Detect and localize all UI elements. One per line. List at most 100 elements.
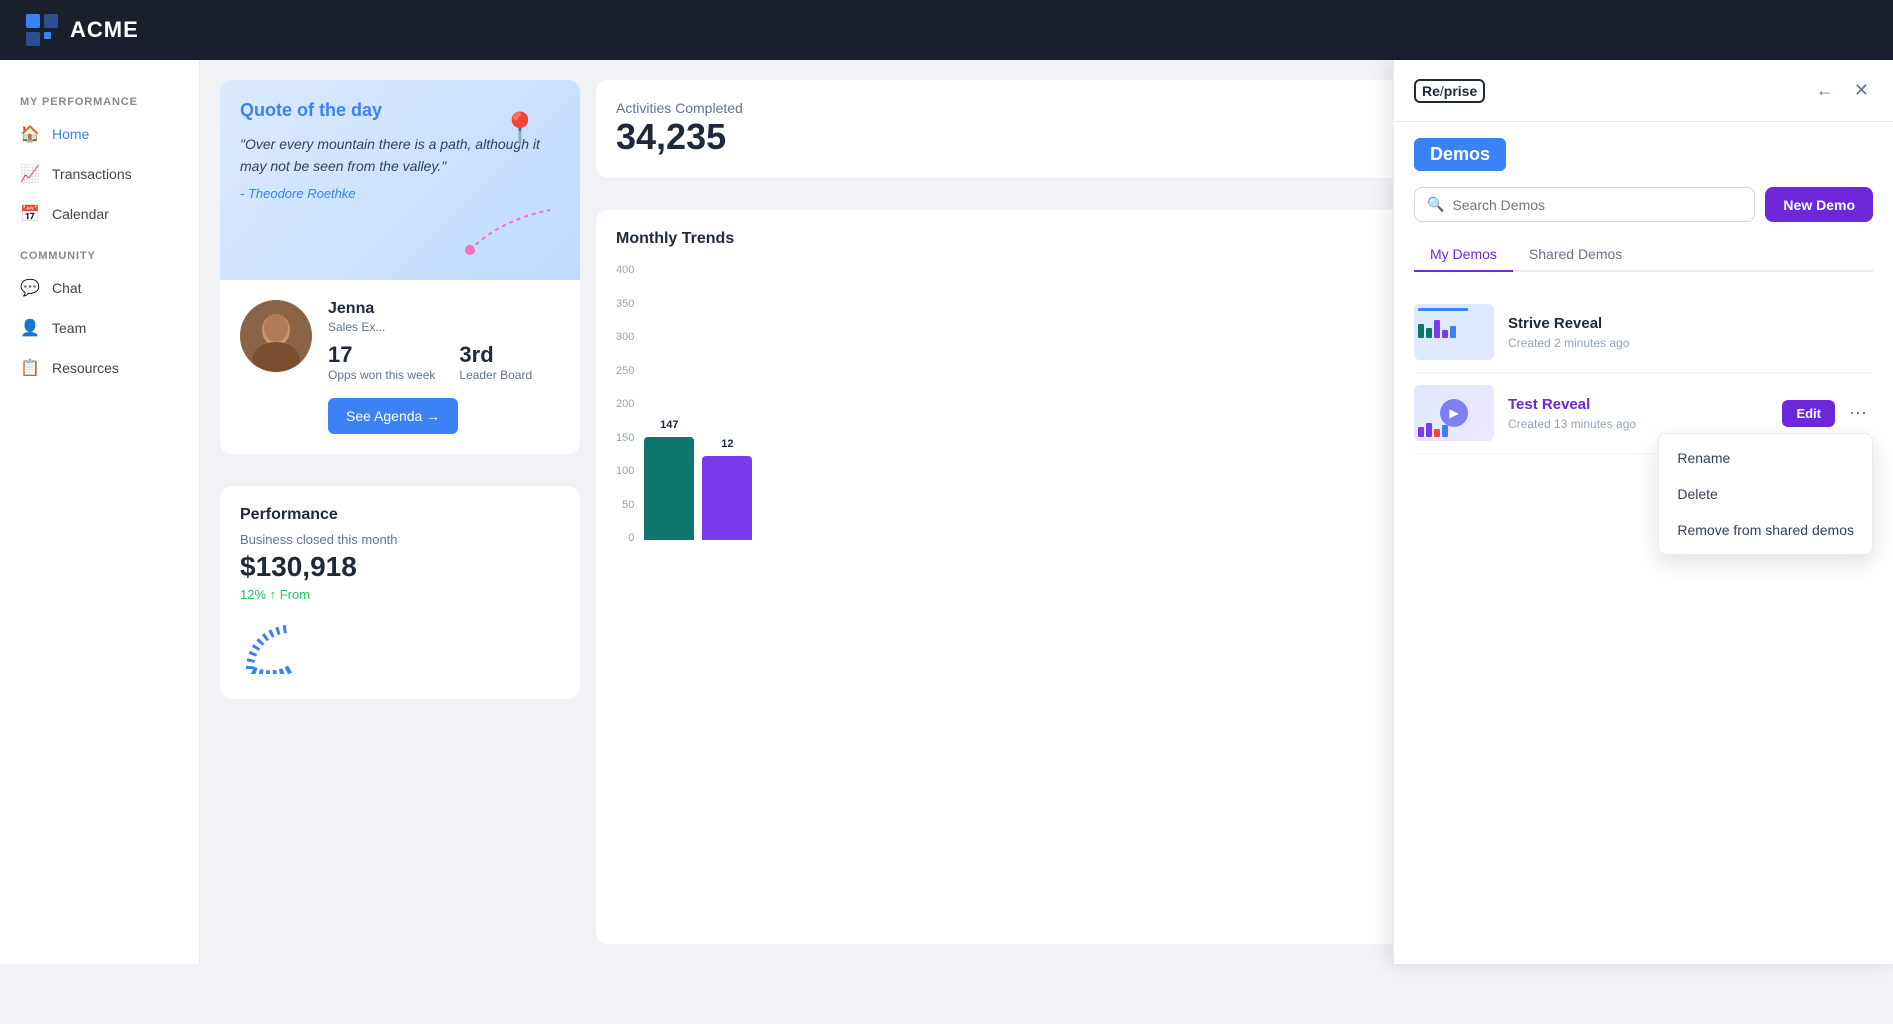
sidebar-item-team[interactable]: 👤 Team <box>0 308 199 348</box>
sidebar: MY PERFORMANCE 🏠 Home 📈 Transactions 📅 C… <box>0 60 200 964</box>
search-row: 🔍 New Demo <box>1414 187 1873 222</box>
demo-info-strive: Strive Reveal Created 2 minutes ago <box>1508 315 1873 350</box>
reprise-close-button[interactable]: ✕ <box>1850 76 1873 105</box>
user-info: Jenna Sales Ex... 17 Opps won this week … <box>328 300 560 434</box>
reprise-prise: prise <box>1444 83 1477 99</box>
context-menu-remove-shared[interactable]: Remove from shared demos <box>1659 512 1872 548</box>
thumb-dashboard-test: ▶ <box>1414 385 1494 441</box>
performance-card: Performance Business closed this month $… <box>220 486 580 699</box>
demo-name-test: Test Reveal <box>1508 396 1768 413</box>
y-0: 0 <box>616 532 634 544</box>
see-agenda-label: See Agenda → <box>346 408 440 424</box>
sidebar-item-resources[interactable]: 📋 Resources <box>0 348 199 388</box>
bar-purple-1: 12 <box>702 456 752 540</box>
quote-card: Quote of the day "Over every mountain th… <box>220 80 580 454</box>
sidebar-item-transactions[interactable]: 📈 Transactions <box>0 154 199 194</box>
search-box: 🔍 <box>1414 187 1755 222</box>
search-input[interactable] <box>1452 197 1742 213</box>
y-200: 200 <box>616 398 634 410</box>
bar-group-2: 12 <box>702 456 752 544</box>
sidebar-label-calendar: Calendar <box>52 206 109 222</box>
performance-amount: $130,918 <box>240 551 560 583</box>
demo-name-strive: Strive Reveal <box>1508 315 1873 332</box>
reprise-nav-btns: ← ✕ <box>1812 76 1873 105</box>
sidebar-label-resources: Resources <box>52 360 119 376</box>
context-menu-delete[interactable]: Delete <box>1659 476 1872 512</box>
calendar-icon: 📅 <box>20 204 40 224</box>
bar-teal-1: 147 <box>644 437 694 540</box>
bars-container: 147 12 <box>644 264 752 544</box>
sidebar-section-performance: MY PERFORMANCE 🏠 Home 📈 Transactions 📅 C… <box>0 80 199 234</box>
quote-card-top: Quote of the day "Over every mountain th… <box>220 80 580 280</box>
tab-shared-demos[interactable]: Shared Demos <box>1513 238 1638 272</box>
y-300: 300 <box>616 331 634 343</box>
sidebar-label-team: Team <box>52 320 86 336</box>
performance-growth: 12% ↑ From <box>240 587 560 602</box>
section-label-community: COMMUNITY <box>0 234 199 268</box>
demo-meta-test: Created 13 minutes ago <box>1508 417 1768 431</box>
stat-opps: 17 Opps won this week <box>328 342 435 382</box>
y-350: 350 <box>616 298 634 310</box>
sidebar-label-transactions: Transactions <box>52 166 132 182</box>
demo-item-test: ▶ Test Reveal Created 13 minutes ago Edi… <box>1414 373 1873 454</box>
quote-author: - Theodore Roethke <box>240 186 560 201</box>
team-icon: 👤 <box>20 318 40 338</box>
sidebar-item-chat[interactable]: 💬 Chat <box>0 268 199 308</box>
reprise-header: Re / prise ← ✕ <box>1394 60 1893 122</box>
top-nav: ACME <box>0 0 1893 60</box>
activities-number: 34,235 <box>616 116 743 158</box>
activities-info: Activities Completed 34,235 <box>616 100 743 158</box>
reprise-logo-box: Re / prise <box>1414 79 1485 103</box>
search-icon: 🔍 <box>1427 196 1444 213</box>
demo-actions-test: Edit ⋯ <box>1782 399 1873 428</box>
avatar <box>240 300 312 372</box>
demo-thumb-strive <box>1414 304 1494 360</box>
sidebar-label-chat: Chat <box>52 280 82 296</box>
reprise-body: Demos 🔍 New Demo My Demos Shared Demos <box>1394 122 1893 964</box>
reprise-back-button[interactable]: ← <box>1812 76 1838 105</box>
section-label-performance: MY PERFORMANCE <box>0 80 199 114</box>
demo-thumb-test: ▶ <box>1414 385 1494 441</box>
dotted-path <box>460 200 560 260</box>
y-axis: 400 350 300 250 200 150 100 50 0 <box>616 264 634 544</box>
context-menu: Rename Delete Remove from shared demos <box>1658 433 1873 555</box>
reprise-overlay: Re / prise ← ✕ Demos 🔍 New Demo My Demos… <box>1393 60 1893 964</box>
edit-button[interactable]: Edit <box>1782 400 1835 427</box>
bar-value-1: 147 <box>660 419 678 431</box>
activities-label: Activities Completed <box>616 100 743 116</box>
context-menu-rename[interactable]: Rename <box>1659 440 1872 476</box>
sidebar-section-community: COMMUNITY 💬 Chat 👤 Team 📋 Resources <box>0 234 199 388</box>
bar-value-2: 12 <box>721 438 733 450</box>
avatar-image <box>240 300 312 372</box>
more-button[interactable]: ⋯ <box>1843 399 1873 428</box>
reprise-re: Re <box>1422 83 1440 99</box>
y-250: 250 <box>616 365 634 377</box>
performance-subtitle: Business closed this month <box>240 532 560 547</box>
left-panel: Quote of the day "Over every mountain th… <box>220 80 580 944</box>
demo-item-strive: Strive Reveal Created 2 minutes ago <box>1414 292 1873 373</box>
see-agenda-button[interactable]: See Agenda → <box>328 398 458 434</box>
tabs-row: My Demos Shared Demos <box>1414 238 1873 272</box>
chat-icon: 💬 <box>20 278 40 298</box>
y-150: 150 <box>616 432 634 444</box>
stat-leader-label: Leader Board <box>459 368 532 382</box>
y-400: 400 <box>616 264 634 276</box>
y-100: 100 <box>616 465 634 477</box>
stat-opps-label: Opps won this week <box>328 368 435 382</box>
user-role: Sales Ex... <box>328 320 560 334</box>
reprise-logo: Re / prise <box>1414 79 1485 103</box>
sidebar-item-calendar[interactable]: 📅 Calendar <box>0 194 199 234</box>
logo-text: ACME <box>70 17 139 43</box>
performance-title: Performance <box>240 506 560 524</box>
bar-group-1: 147 <box>644 437 694 544</box>
sidebar-label-home: Home <box>52 126 89 142</box>
user-name: Jenna <box>328 300 560 318</box>
y-50: 50 <box>616 499 634 511</box>
thumb-dashboard-strive <box>1414 304 1494 360</box>
map-pin-icon: 📍 <box>500 110 540 148</box>
demos-badge: Demos <box>1414 138 1506 171</box>
new-demo-button[interactable]: New Demo <box>1765 187 1873 222</box>
stats-row: 17 Opps won this week 3rd Leader Board <box>328 342 560 382</box>
sidebar-item-home[interactable]: 🏠 Home <box>0 114 199 154</box>
tab-my-demos[interactable]: My Demos <box>1414 238 1513 272</box>
